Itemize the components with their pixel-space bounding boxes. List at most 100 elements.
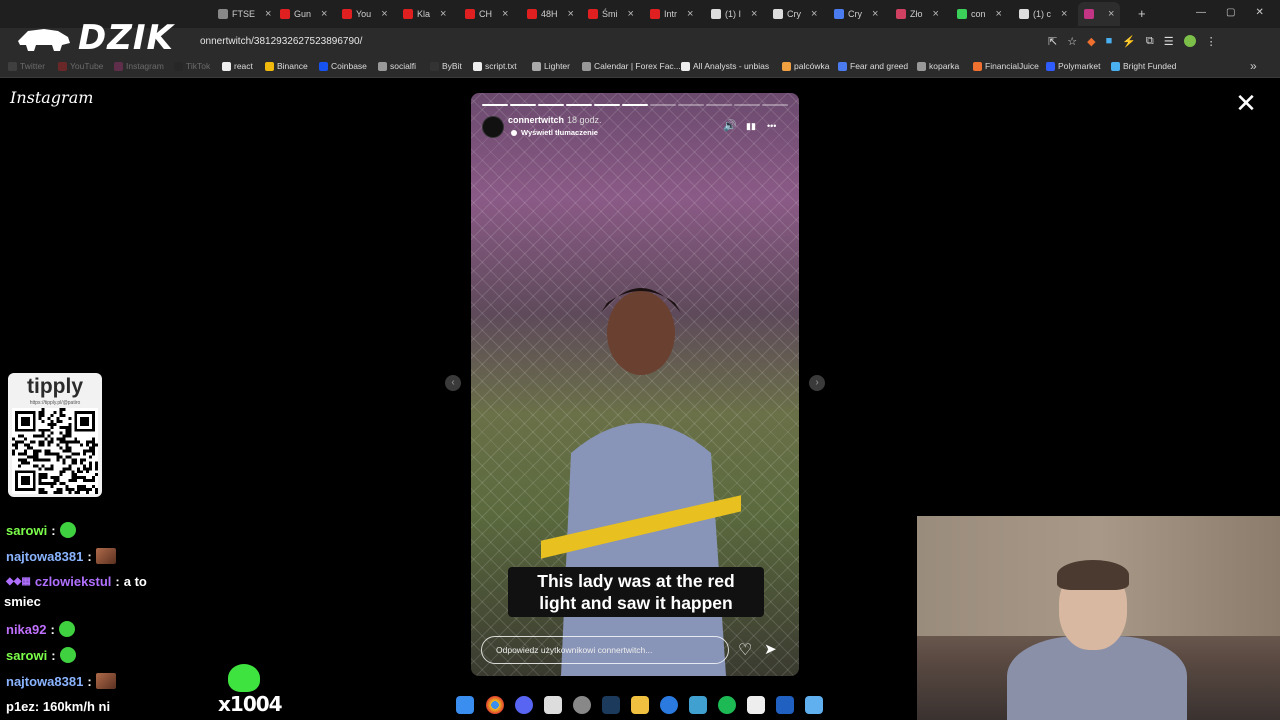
sound-icon[interactable]: 🔊 [723, 119, 737, 132]
tab[interactable]: Kla × [403, 4, 446, 24]
close-window-button[interactable]: ✕ [1255, 7, 1263, 18]
share-icon[interactable]: ➤ [764, 640, 777, 658]
bookmark-item[interactable]: FinancialJuice [973, 61, 1039, 71]
tab-close-icon[interactable]: × [381, 8, 387, 20]
app-icon[interactable] [544, 696, 562, 714]
notes-icon[interactable] [805, 696, 823, 714]
tab[interactable]: FTSE × [218, 4, 271, 24]
tab-close-icon[interactable]: × [872, 8, 878, 20]
extensions-icon[interactable]: ⧉ [1146, 35, 1154, 48]
windows-start-icon[interactable] [456, 696, 474, 714]
tab-close-icon[interactable]: × [321, 8, 327, 20]
bookmark-item[interactable]: Coinbase [319, 61, 367, 71]
url-field[interactable]: onnertwitch/3812932627523896790/ [200, 36, 362, 47]
bookmark-item[interactable]: Polymarket [1046, 61, 1101, 71]
ccleaner-icon[interactable] [660, 696, 678, 714]
tab[interactable]: con × [957, 4, 1002, 24]
bookmark-item[interactable]: TikTok [174, 61, 210, 71]
app-x-icon[interactable] [776, 696, 794, 714]
folder-icon[interactable] [631, 696, 649, 714]
tab[interactable]: Zło × [896, 4, 939, 24]
extension-blue-icon[interactable]: ■ [1106, 35, 1113, 48]
minimize-button[interactable]: — [1196, 7, 1206, 18]
tab[interactable]: (1) I × [711, 4, 757, 24]
close-story-button[interactable]: ✕ [1234, 90, 1258, 116]
bookmark-item[interactable]: Binance [265, 61, 308, 71]
tab[interactable]: Cry × [773, 4, 817, 24]
tab[interactable]: You × [342, 4, 388, 24]
next-story-button[interactable]: › [809, 375, 825, 391]
story-username[interactable]: connertwitch [508, 115, 564, 125]
bookmark-item[interactable]: Bright Funded [1111, 61, 1176, 71]
more-bookmarks-button[interactable]: » [1250, 59, 1257, 73]
like-icon[interactable]: ♡ [738, 640, 752, 660]
tab-close-icon[interactable]: × [628, 8, 634, 20]
bookmark-item[interactable]: YouTube [58, 61, 103, 71]
bookmark-item[interactable]: react [222, 61, 253, 71]
discord-icon[interactable] [515, 696, 533, 714]
tab-close-icon[interactable]: × [568, 8, 574, 20]
maximize-button[interactable]: ▢ [1226, 7, 1235, 18]
steam-icon[interactable] [602, 696, 620, 714]
bookmark-item[interactable]: socialfi [378, 61, 416, 71]
bookmark-item[interactable]: All Analysts - unbias [681, 61, 769, 71]
story-viewer[interactable]: connertwitch 18 godz. Wyświetl tłumaczen… [471, 93, 799, 676]
chat-username[interactable]: sarowi [6, 523, 47, 538]
bookmark-item[interactable]: Twitter [8, 61, 45, 71]
extension-fox-icon[interactable]: ◆ [1087, 35, 1095, 48]
tab-close-icon[interactable]: × [751, 8, 757, 20]
tab[interactable]: 48H × [527, 4, 574, 24]
chat-username[interactable]: nika92 [6, 622, 46, 637]
new-tab-button[interactable]: + [1138, 6, 1146, 21]
chat-username[interactable]: najtowa8381 [6, 549, 83, 564]
tab[interactable]: Cry × [834, 4, 878, 24]
spotify-icon[interactable] [718, 696, 736, 714]
media-icon[interactable]: ☰ [1164, 35, 1174, 48]
bookmark-item[interactable]: Fear and greed [838, 61, 908, 71]
prev-story-button[interactable]: ‹ [445, 375, 461, 391]
tab-close-icon[interactable]: × [933, 8, 939, 20]
tab-close-icon[interactable]: × [996, 8, 1002, 20]
bookmark-icon [8, 61, 17, 71]
translate-link[interactable]: Wyświetl tłumaczenie [511, 128, 598, 137]
avatar[interactable] [482, 116, 504, 138]
bookmark-item[interactable]: Lighter [532, 61, 570, 71]
install-icon[interactable]: ⇱ [1048, 35, 1057, 48]
tab-label: Gun [294, 9, 312, 19]
obs-icon[interactable] [573, 696, 591, 714]
tab-close-icon[interactable]: × [811, 8, 817, 20]
bookmark-item[interactable]: koparka [917, 61, 959, 71]
tab[interactable]: CH × [465, 4, 508, 24]
chat-message: najtowa8381: [6, 548, 116, 564]
tab[interactable]: Śmi × [588, 4, 634, 24]
chrome-icon[interactable] [486, 696, 504, 714]
extension-teal-icon[interactable]: ⚡ [1122, 35, 1136, 48]
tab[interactable]: Gun × [280, 4, 327, 24]
chat-username[interactable]: najtowa8381 [6, 674, 83, 689]
tool-icon[interactable] [689, 696, 707, 714]
profile-avatar[interactable] [1183, 35, 1196, 47]
tab-close-icon[interactable]: × [687, 8, 693, 20]
menu-icon[interactable]: ⋮ [1206, 35, 1217, 48]
bookmark-item[interactable]: ByBit [430, 61, 462, 71]
bookmark-item[interactable]: Instagram [114, 61, 164, 71]
chat-username[interactable]: sarowi [6, 648, 47, 663]
pause-icon[interactable]: ▮▮ [746, 121, 756, 132]
star-icon[interactable]: ☆ [1067, 35, 1077, 48]
bookmark-item[interactable]: palcówka [782, 61, 829, 71]
instagram-logo[interactable]: Instagram [10, 88, 93, 107]
chat-username[interactable]: czlowiekstul [35, 574, 112, 589]
bookmark-item[interactable]: Calendar | Forex Fac... [582, 61, 681, 71]
tab-close-icon[interactable]: × [1108, 8, 1114, 20]
tab[interactable]: (1) c × [1019, 4, 1067, 24]
media-app-icon[interactable] [747, 696, 765, 714]
tab-close-icon[interactable]: × [1061, 8, 1067, 20]
more-options-icon[interactable]: ••• [767, 121, 776, 131]
tab-close-icon[interactable]: × [440, 8, 446, 20]
reply-input[interactable]: Odpowiedz użytkownikowi connertwitch... [481, 636, 729, 664]
tab[interactable]: Intr × [650, 4, 693, 24]
bookmark-item[interactable]: script.txt [473, 61, 517, 71]
tab-close-icon[interactable]: × [265, 8, 271, 20]
tab[interactable]: × [1078, 2, 1121, 26]
tab-close-icon[interactable]: × [502, 8, 508, 20]
